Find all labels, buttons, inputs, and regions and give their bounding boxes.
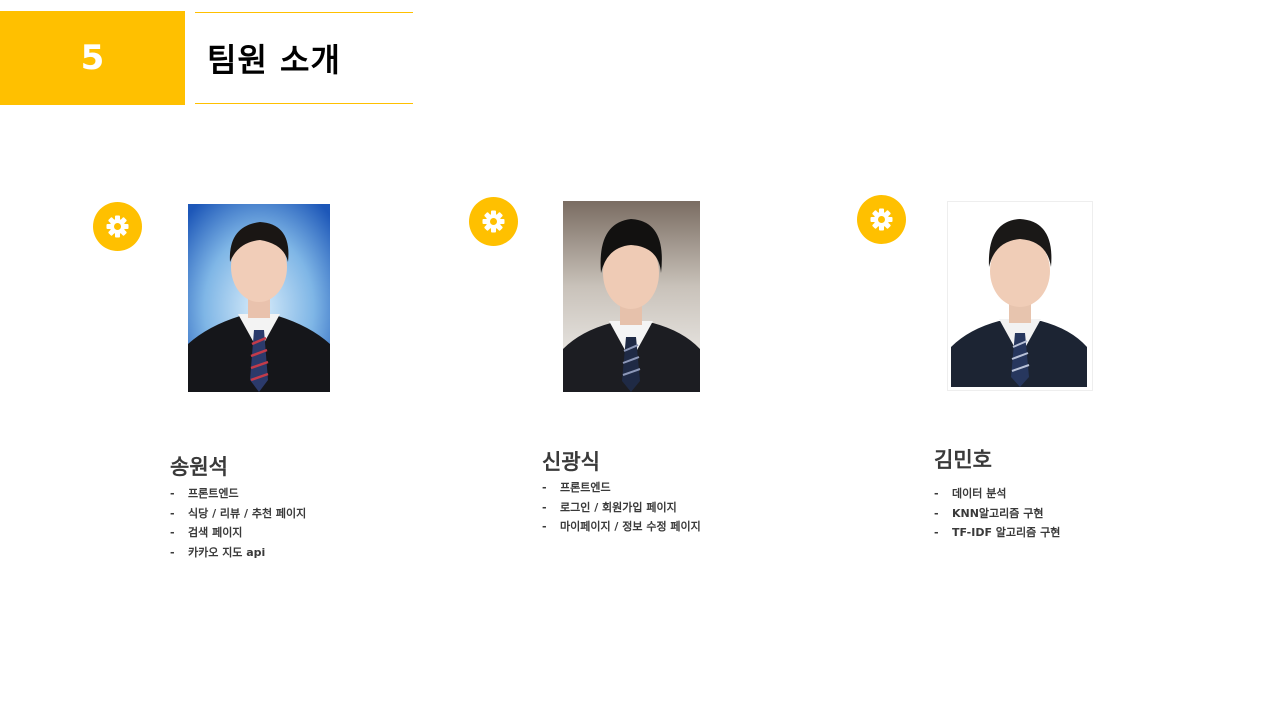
member-photo bbox=[188, 204, 330, 392]
member-name: 송원석 bbox=[170, 455, 228, 479]
task-item: 데이터 분석 bbox=[934, 484, 1060, 504]
member-photo bbox=[563, 201, 700, 392]
task-item: 프론트엔드 bbox=[542, 478, 701, 498]
task-item: 카카오 지도 api bbox=[170, 543, 306, 563]
section-number-box: 5 bbox=[0, 11, 185, 105]
task-item: TF-IDF 알고리즘 구현 bbox=[934, 523, 1060, 543]
gear-icon bbox=[93, 202, 142, 251]
member-task-list: 데이터 분석 KNN알고리즘 구현 TF-IDF 알고리즘 구현 bbox=[934, 484, 1060, 543]
task-item: 식당 / 리뷰 / 추천 페이지 bbox=[170, 504, 306, 524]
member-task-list: 프론트엔드 로그인 / 회원가입 페이지 마이페이지 / 정보 수정 페이지 bbox=[542, 478, 701, 537]
section-number: 5 bbox=[80, 38, 105, 78]
gear-icon bbox=[469, 197, 518, 246]
task-item: 프론트엔드 bbox=[170, 484, 306, 504]
task-item: 마이페이지 / 정보 수정 페이지 bbox=[542, 517, 701, 537]
member-task-list: 프론트엔드 식당 / 리뷰 / 추천 페이지 검색 페이지 카카오 지도 api bbox=[170, 484, 306, 562]
task-item: 검색 페이지 bbox=[170, 523, 306, 543]
member-name: 김민호 bbox=[934, 448, 992, 472]
gear-icon bbox=[857, 195, 906, 244]
slide-title: 팀원 소개 bbox=[207, 41, 341, 79]
member-photo bbox=[947, 201, 1093, 391]
slide: 5 팀원 소개 송원석 - 프론트엔드 - 식당 / 리뷰 / 추천 페이지 -… bbox=[0, 0, 1280, 720]
task-item: 로그인 / 회원가입 페이지 bbox=[542, 498, 701, 518]
title-box: 팀원 소개 bbox=[195, 12, 413, 104]
task-item: KNN알고리즘 구현 bbox=[934, 504, 1060, 524]
member-name: 신광식 bbox=[542, 450, 600, 474]
